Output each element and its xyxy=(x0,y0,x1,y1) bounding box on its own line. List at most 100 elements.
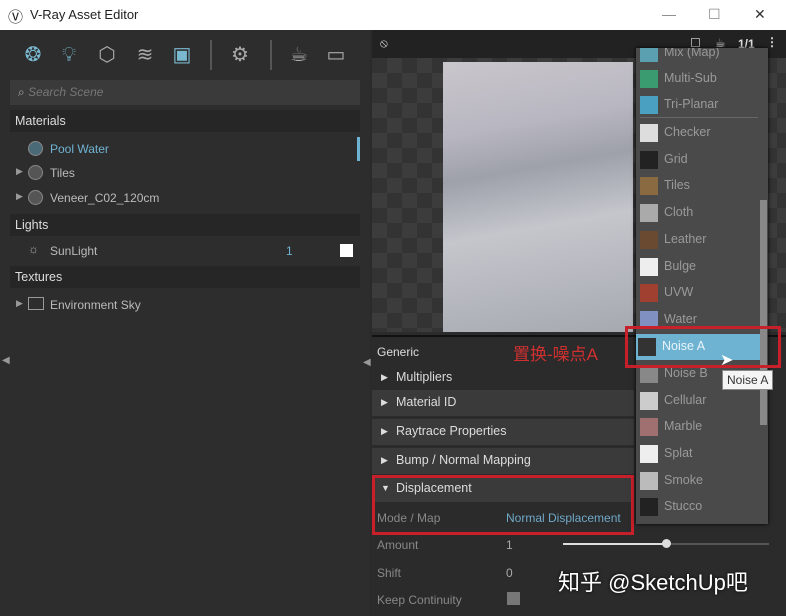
light-toggle-checkbox[interactable] xyxy=(340,244,353,257)
texture-swatch-icon xyxy=(640,418,658,436)
menu-item-label: Checker xyxy=(664,125,711,139)
title-bar: Ⓥ V-Ray Asset Editor — ☐ ✕ xyxy=(0,0,786,30)
amount-slider[interactable] xyxy=(563,539,769,548)
more-menu-icon[interactable]: ⋮ xyxy=(766,35,778,49)
menu-item-label: Stucco xyxy=(664,499,703,513)
left-panel: ❂ 💡︎ ⬡ ≋ ▣ ⚙ ☕︎ ▭ ⌕ Search Scene Materia… xyxy=(0,30,370,616)
menu-item[interactable]: Multi-Sub xyxy=(636,66,758,92)
texture-type-menu: Mix (Map) Multi-Sub Tri-Planar Checker Grid T… xyxy=(636,48,768,524)
texture-swatch-icon xyxy=(640,70,658,88)
menu-item-label: Cloth xyxy=(664,205,694,219)
material-item[interactable]: ▶ Tiles xyxy=(10,161,360,185)
collapse-left-handle[interactable]: ◀ xyxy=(2,355,10,366)
texture-item[interactable]: ▶ Environment Sky xyxy=(10,293,360,317)
collapse-handle[interactable]: ◀ xyxy=(363,357,371,368)
vray-logo-icon: Ⓥ xyxy=(8,9,24,26)
tooltip: Noise A xyxy=(722,370,774,390)
section-materials: Materials xyxy=(10,110,360,132)
preview-image xyxy=(443,62,633,332)
section-lights: Lights xyxy=(10,214,360,236)
menu-item-label: Multi-Sub xyxy=(664,71,717,85)
render-interactive-icon[interactable]: ☕︎ xyxy=(286,42,312,68)
texture-swatch-icon xyxy=(640,392,658,410)
amount-value[interactable]: 1 xyxy=(506,538,513,552)
section-bump[interactable]: ▶ Bump / Normal Mapping xyxy=(372,448,634,474)
section-multipliers[interactable]: ▶ Multipliers xyxy=(372,365,634,391)
texture-swatch-icon xyxy=(640,48,658,62)
menu-item[interactable]: Cloth xyxy=(636,200,758,226)
menu-item-label: Tri-Planar xyxy=(664,97,719,111)
lights-icon[interactable]: 💡︎ xyxy=(56,42,82,68)
menu-item[interactable]: Splat xyxy=(636,441,758,467)
sun-icon: ☼ xyxy=(28,242,39,256)
search-icon: ⌕ xyxy=(18,85,29,99)
menu-item[interactable]: Grid xyxy=(636,147,758,173)
minimize-button[interactable]: — xyxy=(662,6,676,22)
close-button[interactable]: ✕ xyxy=(754,6,766,23)
textures-icon[interactable]: ▣ xyxy=(169,42,195,68)
section-raytrace[interactable]: ▶ Raytrace Properties xyxy=(372,419,634,445)
texture-swatch-icon xyxy=(640,177,658,195)
expand-arrow-icon: ▶ xyxy=(16,298,23,308)
menu-item-label: Smoke xyxy=(664,473,703,487)
toolbar-divider xyxy=(210,40,212,70)
texture-swatch-icon xyxy=(640,151,658,169)
menu-item[interactable]: Bulge xyxy=(636,254,758,280)
material-item[interactable]: Pool Water xyxy=(10,137,360,161)
maximize-button[interactable]: ☐ xyxy=(708,6,721,23)
menu-item[interactable]: Tiles xyxy=(636,173,758,199)
texture-swatch-icon xyxy=(640,204,658,222)
menu-item-label: Grid xyxy=(664,152,688,166)
shift-label: Shift xyxy=(377,566,402,580)
section-material-id[interactable]: ▶ Material ID xyxy=(372,390,634,416)
watermark: 知乎 @SketchUp吧 xyxy=(558,570,748,595)
menu-item[interactable]: Marble xyxy=(636,414,758,440)
menu-item[interactable]: Leather xyxy=(636,227,758,253)
menu-item-label: Marble xyxy=(664,419,703,433)
texture-swatch-icon xyxy=(640,498,658,516)
menu-item[interactable]: Cellular xyxy=(636,388,758,414)
light-count: 1 xyxy=(286,244,293,258)
material-sphere-icon xyxy=(28,141,43,156)
menu-item[interactable]: Mix (Map) xyxy=(636,48,758,66)
slider-handle xyxy=(662,539,671,548)
menu-item-label: Tiles xyxy=(664,178,690,192)
texture-swatch-icon xyxy=(640,96,658,114)
menu-item[interactable]: UVW xyxy=(636,280,758,306)
menu-item[interactable]: Stucco xyxy=(636,494,758,520)
menu-item[interactable]: Checker xyxy=(636,120,758,146)
menu-item-label: Mix (Map) xyxy=(664,48,720,59)
menu-item-label: Cellular xyxy=(664,393,707,407)
toolbar-divider xyxy=(270,40,272,70)
selection-marker xyxy=(357,137,360,161)
menu-item-label: Splat xyxy=(664,446,693,460)
light-item[interactable]: ☼ SunLight 1 xyxy=(10,239,360,263)
render-elements-icon[interactable]: ≋ xyxy=(132,42,158,68)
texture-swatch-icon xyxy=(640,445,658,463)
annotation-box xyxy=(625,326,781,368)
geometry-icon[interactable]: ⬡ xyxy=(94,42,120,68)
materials-icon[interactable]: ❂ xyxy=(20,42,46,68)
keep-continuity-label: Keep Continuity xyxy=(377,593,462,607)
menu-scrollbar[interactable] xyxy=(760,200,767,425)
material-sphere-icon xyxy=(28,190,43,205)
section-textures: Textures xyxy=(10,266,360,288)
menu-item[interactable]: Smoke xyxy=(636,468,758,494)
amount-label: Amount xyxy=(377,538,419,552)
material-item[interactable]: ▶ Veneer_C02_120cm xyxy=(10,186,360,210)
menu-item[interactable]: Tri-Planar xyxy=(636,92,758,118)
mouse-cursor-icon: ➤ xyxy=(720,352,734,369)
menu-item-label: Leather xyxy=(664,232,707,246)
menu-item-label: Water xyxy=(664,312,697,326)
preview-toggle-icon[interactable]: ⦸ xyxy=(380,36,388,51)
expand-arrow-icon: ▶ xyxy=(16,166,23,176)
generic-header: Generic xyxy=(377,345,420,359)
settings-icon[interactable]: ⚙ xyxy=(227,42,253,68)
search-input[interactable]: ⌕ Search Scene xyxy=(10,80,360,105)
texture-swatch-icon xyxy=(640,284,658,302)
frame-buffer-icon[interactable]: ▭ xyxy=(323,42,349,68)
shift-value[interactable]: 0 xyxy=(506,566,513,580)
annotation-box xyxy=(372,475,634,535)
texture-swatch-icon xyxy=(640,472,658,490)
keep-continuity-checkbox[interactable] xyxy=(507,592,520,605)
